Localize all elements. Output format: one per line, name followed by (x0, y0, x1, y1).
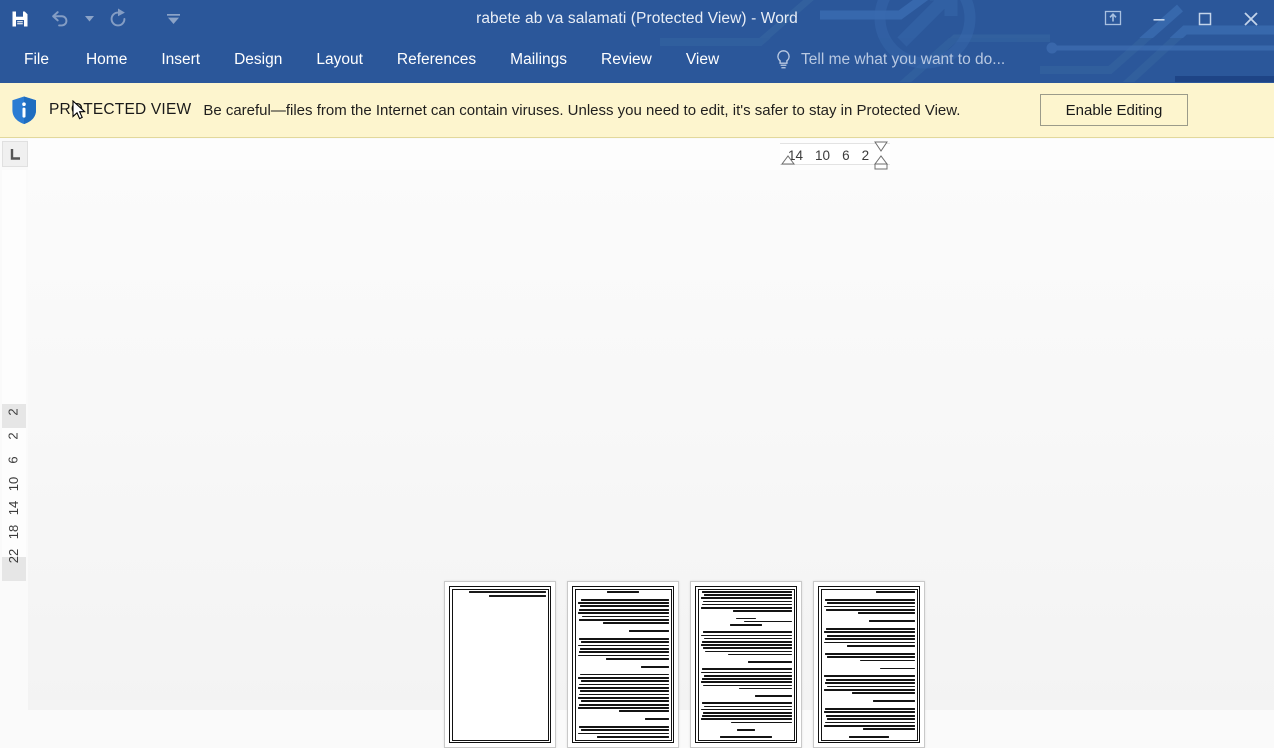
left-indent-marker[interactable] (781, 155, 795, 165)
left-tab-stop-icon (10, 148, 20, 160)
page-content (454, 591, 546, 738)
redo-icon[interactable] (98, 2, 138, 36)
protected-view-message: Be careful—files from the Internet can c… (203, 101, 961, 119)
ribbon-display-glyph (1104, 10, 1122, 26)
tab-design[interactable]: Design (217, 38, 299, 82)
minimize-glyph (1153, 19, 1165, 21)
document-page-1[interactable] (444, 581, 556, 748)
window-controls[interactable] (1090, 0, 1274, 38)
undo-icon[interactable] (40, 2, 80, 36)
lightbulb-icon (777, 50, 790, 69)
close-icon[interactable] (1228, 0, 1274, 38)
document-page-2[interactable] (567, 581, 679, 748)
document-page-4[interactable] (813, 581, 925, 748)
info-shield-icon (12, 96, 36, 124)
document-page-3[interactable] (690, 581, 802, 748)
first-line-indent-marker[interactable] (874, 141, 888, 152)
page-content (700, 591, 792, 738)
redo-glyph (110, 8, 126, 27)
protected-view-label: PROTECTED VIEW (49, 101, 192, 118)
maximize-icon[interactable] (1182, 0, 1228, 38)
close-glyph (1244, 12, 1258, 26)
share-button[interactable]: Share (1175, 76, 1274, 82)
chevron-down-glyph (84, 16, 94, 22)
enable-editing-button[interactable]: Enable Editing (1040, 94, 1188, 126)
tab-insert[interactable]: Insert (144, 38, 217, 82)
document-canvas[interactable] (28, 170, 1274, 748)
undo-dropdown-icon[interactable] (80, 2, 98, 36)
vruler-mark-1: 2 (5, 432, 21, 440)
save-icon[interactable] (0, 2, 40, 36)
maximize-glyph (1198, 12, 1212, 26)
horizontal-ruler[interactable] (28, 139, 1274, 170)
tab-layout[interactable]: Layout (299, 38, 380, 82)
tab-file[interactable]: File (0, 38, 69, 82)
vruler-mark-0: 2 (5, 408, 21, 416)
vruler-mark-2: 6 (5, 456, 21, 464)
tab-view[interactable]: View (669, 38, 736, 82)
tab-review[interactable]: Review (584, 38, 669, 82)
vruler-mark-3: 10 (6, 476, 21, 492)
vruler-mark-6: 22 (6, 548, 21, 564)
window-title: rabete ab va salamati (Protected View) -… (476, 10, 798, 27)
tell-me-search[interactable]: Tell me what you want to do... (775, 38, 1005, 82)
page-content (577, 591, 669, 738)
tab-references[interactable]: References (380, 38, 493, 82)
minimize-icon[interactable] (1136, 0, 1182, 38)
vruler-mark-4: 14 (6, 500, 21, 516)
page-content (823, 591, 915, 738)
ribbon-tabs[interactable]: File Home Insert Design Layout Reference… (0, 38, 736, 82)
ribbon-display-options-icon[interactable] (1090, 0, 1136, 38)
ribbon-tab-bar[interactable]: File Home Insert Design Layout Reference… (0, 38, 1274, 82)
quick-access-toolbar[interactable] (0, 0, 182, 38)
customize-quick-access-toolbar-icon[interactable] (164, 2, 182, 36)
tell-me-placeholder: Tell me what you want to do... (801, 51, 1006, 68)
tab-stop-selector[interactable] (2, 141, 28, 167)
tab-mailings[interactable]: Mailings (493, 38, 584, 82)
page-thumbnail-list[interactable] (444, 581, 925, 748)
save-glyph (12, 11, 28, 27)
overflow-chevron-glyph (166, 13, 180, 24)
hanging-indent-marker[interactable] (874, 155, 888, 165)
indent-markers[interactable] (778, 140, 890, 170)
title-bar[interactable]: rabete ab va salamati (Protected View) -… (0, 0, 1274, 38)
tab-home[interactable]: Home (69, 38, 144, 82)
vertical-ruler-marks: 2 2 6 10 14 18 22 (2, 400, 26, 568)
undo-glyph (52, 11, 68, 27)
right-indent-marker[interactable] (874, 163, 888, 170)
vruler-mark-5: 18 (6, 524, 21, 540)
